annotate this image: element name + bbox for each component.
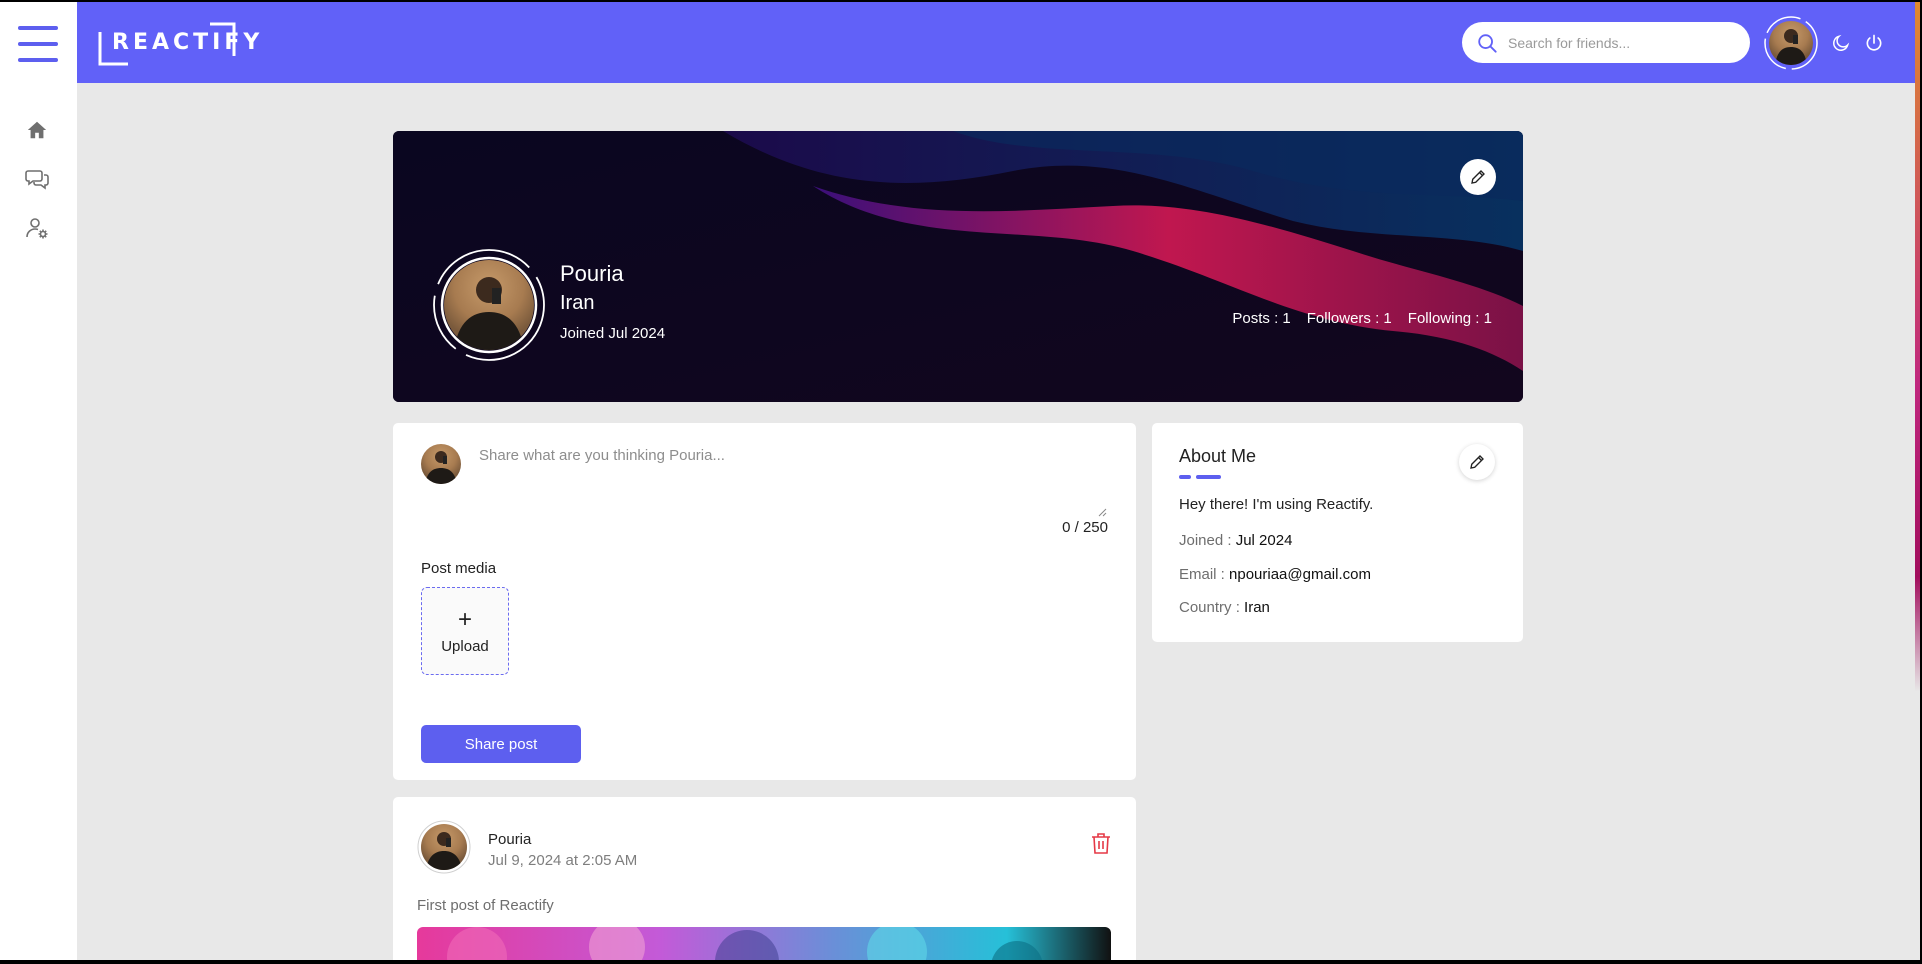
character-counter: 0 / 250: [1062, 519, 1108, 536]
post-text: First post of Reactify: [417, 897, 554, 914]
search-icon: [1478, 33, 1497, 53]
email-value: npouriaa@gmail.com: [1229, 566, 1371, 583]
composer-avatar: [421, 444, 461, 484]
hamburger-line: [18, 42, 58, 46]
about-email-row: Email : npouriaa@gmail.com: [1179, 566, 1371, 583]
delete-post-icon[interactable]: [1089, 831, 1113, 855]
about-bio: Hey there! I'm using Reactify.: [1179, 496, 1374, 513]
plus-icon: +: [457, 605, 472, 633]
profile-avatar[interactable]: [431, 247, 547, 363]
avatar-photo: [1769, 21, 1813, 65]
country-value: Iran: [1244, 599, 1270, 616]
about-title: About Me: [1179, 446, 1257, 466]
about-me-card: About Me Hey there! I'm using Reactify. …: [1152, 423, 1523, 642]
pencil-icon: [1470, 455, 1484, 469]
about-joined-row: Joined : Jul 2024: [1179, 532, 1292, 549]
avatar-photo: [421, 824, 467, 870]
joined-value: Jul 2024: [1235, 532, 1293, 549]
user-settings-icon: [26, 218, 48, 239]
posts-count[interactable]: Posts : 1: [1232, 310, 1290, 327]
post-image[interactable]: [417, 927, 1111, 960]
profile-stats: Posts : 1 Followers : 1 Following : 1: [1232, 310, 1492, 327]
avatar-photo: [444, 260, 534, 350]
sidebar: [0, 2, 77, 960]
joined-label: Joined :: [1179, 532, 1236, 549]
power-icon: [1866, 34, 1882, 51]
hamburger-line: [18, 58, 58, 62]
moon-icon: [1833, 34, 1850, 51]
post-textarea[interactable]: [479, 447, 1099, 507]
about-country-row: Country : Iran: [1179, 599, 1270, 616]
post-composer: 0 / 250 Post media + Upload Share post: [393, 423, 1136, 780]
scroll-indicator: [1915, 2, 1920, 960]
logout-button[interactable]: [1862, 31, 1886, 55]
app-logo[interactable]: REACTIFY: [98, 22, 259, 66]
sidebar-item-home[interactable]: [22, 115, 52, 145]
post-author-name[interactable]: Pouria: [488, 831, 531, 848]
pencil-icon: [1471, 170, 1485, 184]
email-label: Email :: [1179, 566, 1230, 583]
post-media-label: Post media: [421, 560, 497, 577]
search-input[interactable]: [1508, 34, 1728, 51]
menu-toggle-button[interactable]: [18, 26, 58, 62]
following-count[interactable]: Following : 1: [1408, 310, 1492, 327]
header-avatar[interactable]: [1763, 15, 1819, 71]
window-bottom-edge: [0, 960, 1922, 964]
home-icon: [27, 121, 47, 139]
edit-cover-button[interactable]: [1460, 159, 1496, 195]
search-bar[interactable]: [1462, 22, 1750, 63]
profile-cover: Pouria Iran Joined Jul 2024 Posts : 1 Fo…: [393, 131, 1523, 402]
share-post-button[interactable]: Share post: [421, 725, 581, 763]
title-underline: [1179, 475, 1221, 479]
post-author-avatar[interactable]: [417, 820, 471, 874]
top-header: REACTIFY: [77, 2, 1920, 83]
underline-segment: [1196, 475, 1221, 479]
post-timestamp: Jul 9, 2024 at 2:05 AM: [488, 852, 638, 869]
chat-icon: [25, 170, 49, 190]
country-label: Country :: [1179, 599, 1245, 616]
edit-about-button[interactable]: [1459, 444, 1495, 480]
feed-post: Pouria Jul 9, 2024 at 2:05 AM First post…: [393, 797, 1136, 960]
dark-mode-toggle[interactable]: [1829, 31, 1853, 55]
upload-button[interactable]: + Upload: [421, 587, 509, 675]
logo-text: REACTIFY: [112, 30, 264, 55]
profile-joined-date: Joined Jul 2024: [560, 325, 666, 342]
hamburger-line: [18, 26, 58, 30]
profile-name: Pouria: [560, 261, 624, 286]
resize-grip-icon[interactable]: [1097, 507, 1107, 517]
sidebar-item-chat[interactable]: [22, 164, 52, 194]
profile-country: Iran: [560, 292, 595, 314]
app-frame: REACTIFY Search for friends... Pouria Ir…: [0, 2, 1920, 960]
underline-segment: [1179, 475, 1191, 479]
followers-count[interactable]: Followers : 1: [1307, 310, 1392, 327]
upload-label: Upload: [441, 637, 489, 655]
sidebar-item-settings[interactable]: [22, 213, 52, 243]
